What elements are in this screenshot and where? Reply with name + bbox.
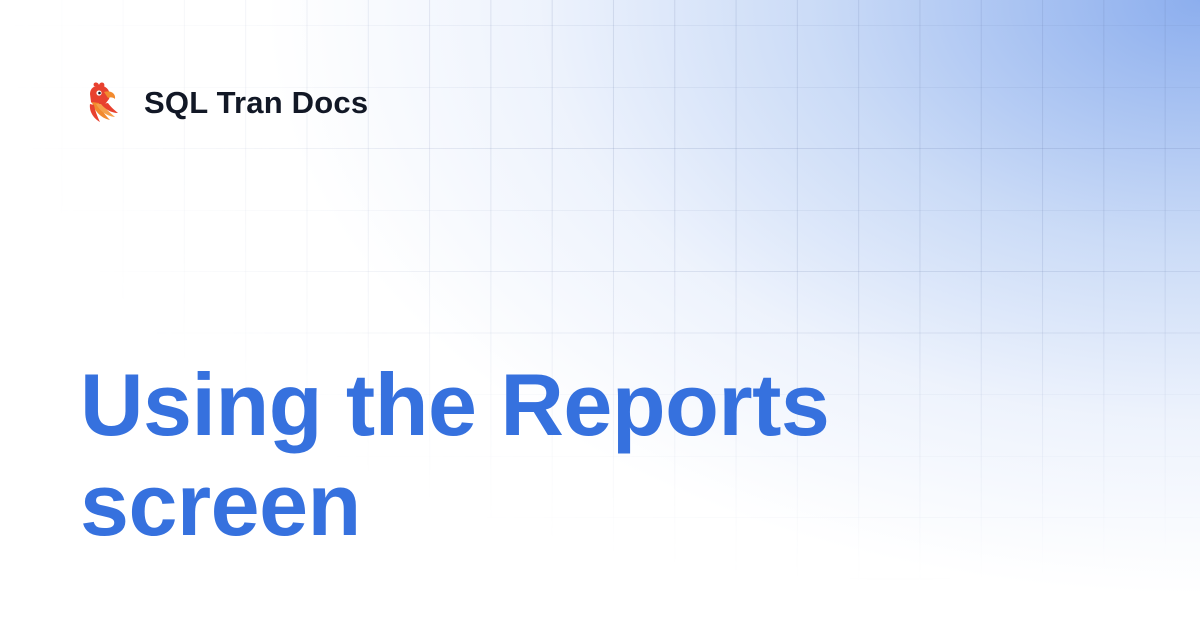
brand-header: SQL Tran Docs bbox=[82, 80, 368, 126]
docs-social-card: SQL Tran Docs Using the Reports screen bbox=[0, 0, 1200, 630]
parrot-logo-icon bbox=[89, 82, 118, 122]
page-title: Using the Reports screen bbox=[80, 355, 830, 554]
brand-name: SQL Tran Docs bbox=[144, 85, 369, 120]
